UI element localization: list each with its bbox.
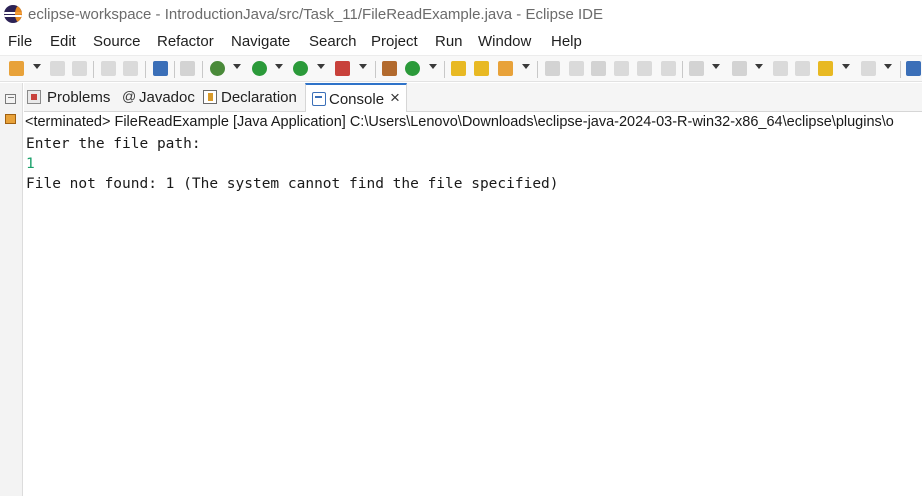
last-edit-next-icon[interactable] (795, 61, 810, 76)
new-icon[interactable] (9, 61, 24, 76)
console-line-prompt: Enter the file path: (26, 136, 201, 152)
toolbar-separator (682, 61, 683, 78)
menu-window[interactable]: Window (478, 33, 531, 50)
close-icon[interactable]: × (390, 89, 400, 106)
external-tools-dropdown-icon[interactable] (359, 64, 367, 69)
menu-bar: File Edit Source Refactor Navigate Searc… (0, 30, 922, 54)
open-perspective-icon[interactable] (906, 61, 921, 76)
block-selection-icon[interactable] (591, 61, 606, 76)
next-annotation-icon[interactable] (689, 61, 704, 76)
tab-label: Console (329, 91, 385, 108)
tab-label: Javadoc (139, 89, 195, 106)
debug-icon[interactable] (210, 61, 225, 76)
minimized-view-strip (0, 83, 23, 496)
restore-icon[interactable] (5, 94, 16, 104)
console-icon (312, 92, 326, 106)
eclipse-logo-icon (4, 5, 22, 23)
next-annotation-dropdown-icon[interactable] (712, 64, 720, 69)
view-tab-bar: Problems @ Javadoc Declaration Console × (24, 83, 922, 113)
toolbar-separator (145, 61, 146, 78)
title-bar: eclipse-workspace - IntroductionJava/src… (0, 0, 922, 30)
debug-dropdown-icon[interactable] (233, 64, 241, 69)
menu-navigate[interactable]: Navigate (231, 33, 290, 50)
console-output[interactable]: <terminated> FileReadExample [Java Appli… (24, 112, 922, 496)
console-line-error: File not found: 1 (The system cannot fin… (26, 176, 559, 192)
external-tools-icon[interactable] (335, 61, 350, 76)
annotation-icon[interactable] (545, 61, 560, 76)
toolbar-separator (174, 61, 175, 78)
previous-annotation-dropdown-icon[interactable] (755, 64, 763, 69)
toolbar-separator (93, 61, 94, 78)
toolbar-separator (375, 61, 376, 78)
coverage-icon[interactable] (293, 61, 308, 76)
menu-search[interactable]: Search (309, 33, 357, 50)
whitespace-icon[interactable] (614, 61, 629, 76)
last-edit-icon[interactable] (773, 61, 788, 76)
tab-console[interactable]: Console × (305, 83, 407, 113)
menu-project[interactable]: Project (371, 33, 418, 50)
show-whitespace-icon[interactable] (637, 61, 652, 76)
console-process-header: <terminated> FileReadExample [Java Appli… (25, 114, 894, 130)
new-java-class-icon[interactable] (405, 61, 420, 76)
problems-icon (27, 90, 41, 104)
run-icon[interactable] (252, 61, 267, 76)
main-toolbar (0, 55, 922, 82)
previous-annotation-icon[interactable] (732, 61, 747, 76)
menu-help[interactable]: Help (551, 33, 582, 50)
tab-problems[interactable]: Problems (24, 83, 116, 112)
open-type-icon[interactable] (451, 61, 466, 76)
forward-icon[interactable] (861, 61, 876, 76)
coverage-dropdown-icon[interactable] (317, 64, 325, 69)
new-dropdown-icon[interactable] (33, 64, 41, 69)
new-java-project-icon[interactable] (382, 61, 397, 76)
paragraph-icon[interactable] (661, 61, 676, 76)
undo-icon[interactable] (101, 61, 116, 76)
back-icon[interactable] (818, 61, 833, 76)
menu-run[interactable]: Run (435, 33, 463, 50)
open-console-icon[interactable] (153, 61, 168, 76)
tab-declaration[interactable]: Declaration (200, 83, 305, 112)
save-all-icon[interactable] (72, 61, 87, 76)
tab-label: Problems (47, 89, 111, 106)
declaration-icon (203, 90, 217, 104)
menu-refactor[interactable]: Refactor (157, 33, 214, 50)
toolbar-separator (537, 61, 538, 78)
toolbar-separator (202, 61, 203, 78)
toolbar-separator (900, 61, 901, 78)
menu-file[interactable]: File (8, 33, 32, 50)
tab-javadoc[interactable]: @ Javadoc (119, 83, 199, 112)
redo-icon[interactable] (123, 61, 138, 76)
window-title: eclipse-workspace - IntroductionJava/src… (28, 6, 603, 23)
search-icon[interactable] (498, 61, 513, 76)
toolbar-separator (444, 61, 445, 78)
mark-occurrences-icon[interactable] (569, 61, 584, 76)
menu-edit[interactable]: Edit (50, 33, 76, 50)
menu-source[interactable]: Source (93, 33, 141, 50)
console-line-user-input: 1 (26, 156, 35, 172)
back-dropdown-icon[interactable] (842, 64, 850, 69)
javadoc-icon: @ (122, 88, 137, 104)
tab-label: Declaration (221, 89, 297, 106)
search-dropdown-icon[interactable] (522, 64, 530, 69)
run-dropdown-icon[interactable] (275, 64, 283, 69)
outline-icon[interactable] (5, 114, 16, 124)
forward-dropdown-icon[interactable] (884, 64, 892, 69)
open-task-icon[interactable] (474, 61, 489, 76)
save-icon[interactable] (50, 61, 65, 76)
new-java-class-dropdown-icon[interactable] (429, 64, 437, 69)
skip-breakpoints-icon[interactable] (180, 61, 195, 76)
